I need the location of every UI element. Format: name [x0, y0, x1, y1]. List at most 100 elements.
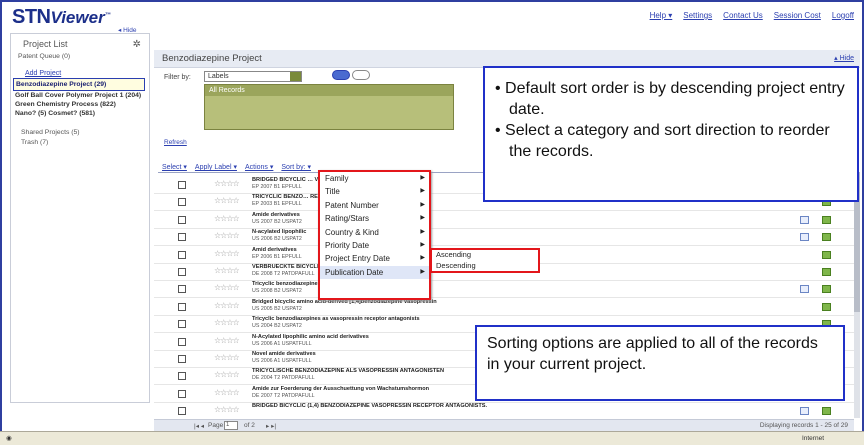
- table-row[interactable]: ☆☆☆☆ Amide derivatives US 2007 B2 USPAT2: [154, 212, 854, 229]
- table-row[interactable]: ☆☆☆☆ BRIDGED BICYCLIC (1,4) BENZODIAZEPIN…: [154, 403, 854, 421]
- page-input[interactable]: 1: [224, 421, 238, 430]
- record-title[interactable]: Novel amide derivatives: [252, 351, 316, 358]
- star-rating-icon[interactable]: ☆☆☆☆: [214, 370, 240, 379]
- sort-scope-callout: Sorting options are applied to all of th…: [475, 325, 845, 401]
- sort-option-country-kind[interactable]: Country & Kind ▶: [320, 226, 429, 239]
- fulltext-icon[interactable]: [822, 250, 831, 259]
- record-title[interactable]: Amide derivatives: [252, 212, 300, 219]
- record-title[interactable]: Amid derivatives: [252, 247, 297, 254]
- add-project-link[interactable]: Add Project: [11, 70, 149, 77]
- sort-by-menu[interactable]: Sort by: ▾: [281, 163, 311, 171]
- sort-ascending-option[interactable]: Ascending: [432, 250, 538, 261]
- sidebar-item-golf-ball[interactable]: Golf Ball Cover Polymer Project 1 (204): [11, 91, 149, 100]
- star-rating-icon[interactable]: ☆☆☆☆: [214, 318, 240, 327]
- sidebar-item-nano-cosmet[interactable]: Nano? (5) Cosmet? (581): [11, 109, 149, 118]
- document-icon[interactable]: [800, 215, 809, 224]
- star-rating-icon[interactable]: ☆☆☆☆: [214, 266, 240, 275]
- table-row[interactable]: ☆☆☆☆ N-acylated lipophilic US 2006 B2 USPA…: [154, 229, 854, 247]
- record-source: US 2006 A1 USPATFULL: [252, 358, 312, 364]
- contact-us-link[interactable]: Contact Us: [723, 11, 763, 20]
- pager-next[interactable]: ▸ ▸|: [266, 422, 276, 430]
- select-menu[interactable]: Select ▾: [162, 163, 187, 171]
- record-title[interactable]: N-Acylated lipophilic amino acid derivat…: [252, 334, 369, 341]
- sidebar-item-green-chemistry[interactable]: Green Chemistry Process (822): [11, 100, 149, 109]
- fulltext-icon[interactable]: [822, 302, 831, 311]
- document-icon[interactable]: [800, 233, 809, 242]
- sidebar-item-shared-projects[interactable]: Shared Projects (5): [11, 128, 149, 138]
- sidebar-item-trash[interactable]: Trash (7): [11, 138, 149, 148]
- chevron-down-icon[interactable]: [290, 72, 301, 81]
- row-checkbox[interactable]: [178, 337, 186, 346]
- records-count: Displaying records 1 - 25 of 29: [759, 422, 848, 429]
- star-rating-icon[interactable]: ☆☆☆☆: [214, 336, 240, 345]
- star-rating-icon[interactable]: ☆☆☆☆: [214, 231, 240, 240]
- internet-zone: Internet: [801, 435, 824, 442]
- gear-icon[interactable]: ✲: [133, 39, 141, 50]
- actions-menu[interactable]: Actions ▾: [245, 163, 273, 171]
- logoff-link[interactable]: Logoff: [832, 11, 854, 20]
- fulltext-icon[interactable]: [822, 407, 831, 416]
- fulltext-icon[interactable]: [822, 268, 831, 276]
- pager-nav[interactable]: |◂ ◂: [194, 422, 204, 430]
- record-title[interactable]: Amide zur Foerderung der Ausschuettung v…: [252, 386, 429, 393]
- row-checkbox[interactable]: [178, 407, 186, 416]
- filter-select[interactable]: Labels: [204, 71, 302, 82]
- sort-option-family[interactable]: Family ▶: [320, 172, 429, 185]
- hide-panel-link[interactable]: ▴ Hide: [834, 54, 854, 62]
- row-checkbox[interactable]: [178, 181, 186, 189]
- record-title[interactable]: BRIDGED BICYCLIC (1,4) BENZODIAZEPINE VA…: [252, 403, 487, 410]
- sort-descending-option[interactable]: Descending: [432, 261, 538, 272]
- fulltext-icon[interactable]: [822, 233, 831, 242]
- document-icon[interactable]: [800, 285, 809, 294]
- row-checkbox[interactable]: [178, 372, 186, 381]
- row-checkbox[interactable]: [178, 198, 186, 207]
- chevron-right-icon: ▶: [420, 268, 425, 275]
- star-rating-icon[interactable]: ☆☆☆☆: [214, 249, 240, 258]
- row-checkbox[interactable]: [178, 302, 186, 311]
- star-rating-icon[interactable]: ☆☆☆☆: [214, 214, 240, 223]
- view-label-icon[interactable]: [352, 70, 370, 80]
- star-rating-icon[interactable]: ☆☆☆☆: [214, 388, 240, 397]
- star-rating-icon[interactable]: ☆☆☆☆: [214, 179, 240, 188]
- help-link[interactable]: Help ▾: [650, 11, 673, 20]
- sort-option-publication-date[interactable]: Publication Date ▶: [320, 265, 429, 280]
- refresh-link[interactable]: Refresh: [164, 139, 187, 146]
- fulltext-icon[interactable]: [822, 285, 831, 294]
- star-rating-icon[interactable]: ☆☆☆☆: [214, 283, 240, 292]
- row-checkbox[interactable]: [178, 285, 186, 294]
- chevron-right-icon: ▶: [420, 215, 425, 222]
- star-rating-icon[interactable]: ☆☆☆☆: [214, 196, 240, 205]
- table-row[interactable]: ☆☆☆☆ Bridged bicyclic amino acid-derived …: [154, 299, 854, 316]
- sort-option-priority-date[interactable]: Priority Date ▶: [320, 239, 429, 252]
- sort-option-title[interactable]: Title ▶: [320, 185, 429, 198]
- star-rating-icon[interactable]: ☆☆☆☆: [214, 301, 240, 310]
- patent-queue[interactable]: Patent Queue (0): [11, 52, 149, 62]
- sort-direction-submenu: Ascending Descending: [430, 248, 540, 273]
- sidebar-item-benzodiazepine-project[interactable]: Benzodiazepine Project (29): [13, 78, 145, 91]
- row-checkbox[interactable]: [178, 268, 186, 276]
- apply-label-menu[interactable]: Apply Label ▾: [195, 163, 237, 171]
- fulltext-icon[interactable]: [822, 215, 831, 224]
- sort-option-patent-number[interactable]: Patent Number ▶: [320, 199, 429, 212]
- add-label-icon[interactable]: [332, 70, 350, 80]
- row-checkbox[interactable]: [178, 233, 186, 242]
- label-list[interactable]: All Records: [204, 84, 454, 130]
- star-rating-icon[interactable]: ☆☆☆☆: [214, 353, 240, 362]
- table-row[interactable]: ☆☆☆☆Tricyclic benzodiazepines as vasopre…: [154, 281, 854, 299]
- row-checkbox[interactable]: [178, 355, 186, 363]
- chevron-right-icon: ▶: [420, 228, 425, 235]
- record-title[interactable]: TRICYCLISCHE BENZODIAZEPINE ALS VASOPRES…: [252, 368, 444, 375]
- row-checkbox[interactable]: [178, 215, 186, 224]
- star-rating-icon[interactable]: ☆☆☆☆: [214, 405, 240, 414]
- row-checkbox[interactable]: [178, 250, 186, 259]
- sort-option-rating[interactable]: Rating/Stars ▶: [320, 212, 429, 225]
- all-records-option[interactable]: All Records: [205, 85, 453, 96]
- sort-option-project-entry-date[interactable]: Project Entry Date ▶: [320, 252, 429, 265]
- document-icon[interactable]: [800, 407, 809, 416]
- record-title[interactable]: N-acylated lipophilic: [252, 229, 306, 236]
- row-checkbox[interactable]: [178, 389, 186, 398]
- settings-link[interactable]: Settings: [683, 11, 712, 20]
- session-cost-link[interactable]: Session Cost: [774, 11, 821, 20]
- row-checkbox[interactable]: [178, 320, 186, 329]
- record-title[interactable]: Tricyclic benzodiazepines as vasopressin…: [252, 316, 420, 323]
